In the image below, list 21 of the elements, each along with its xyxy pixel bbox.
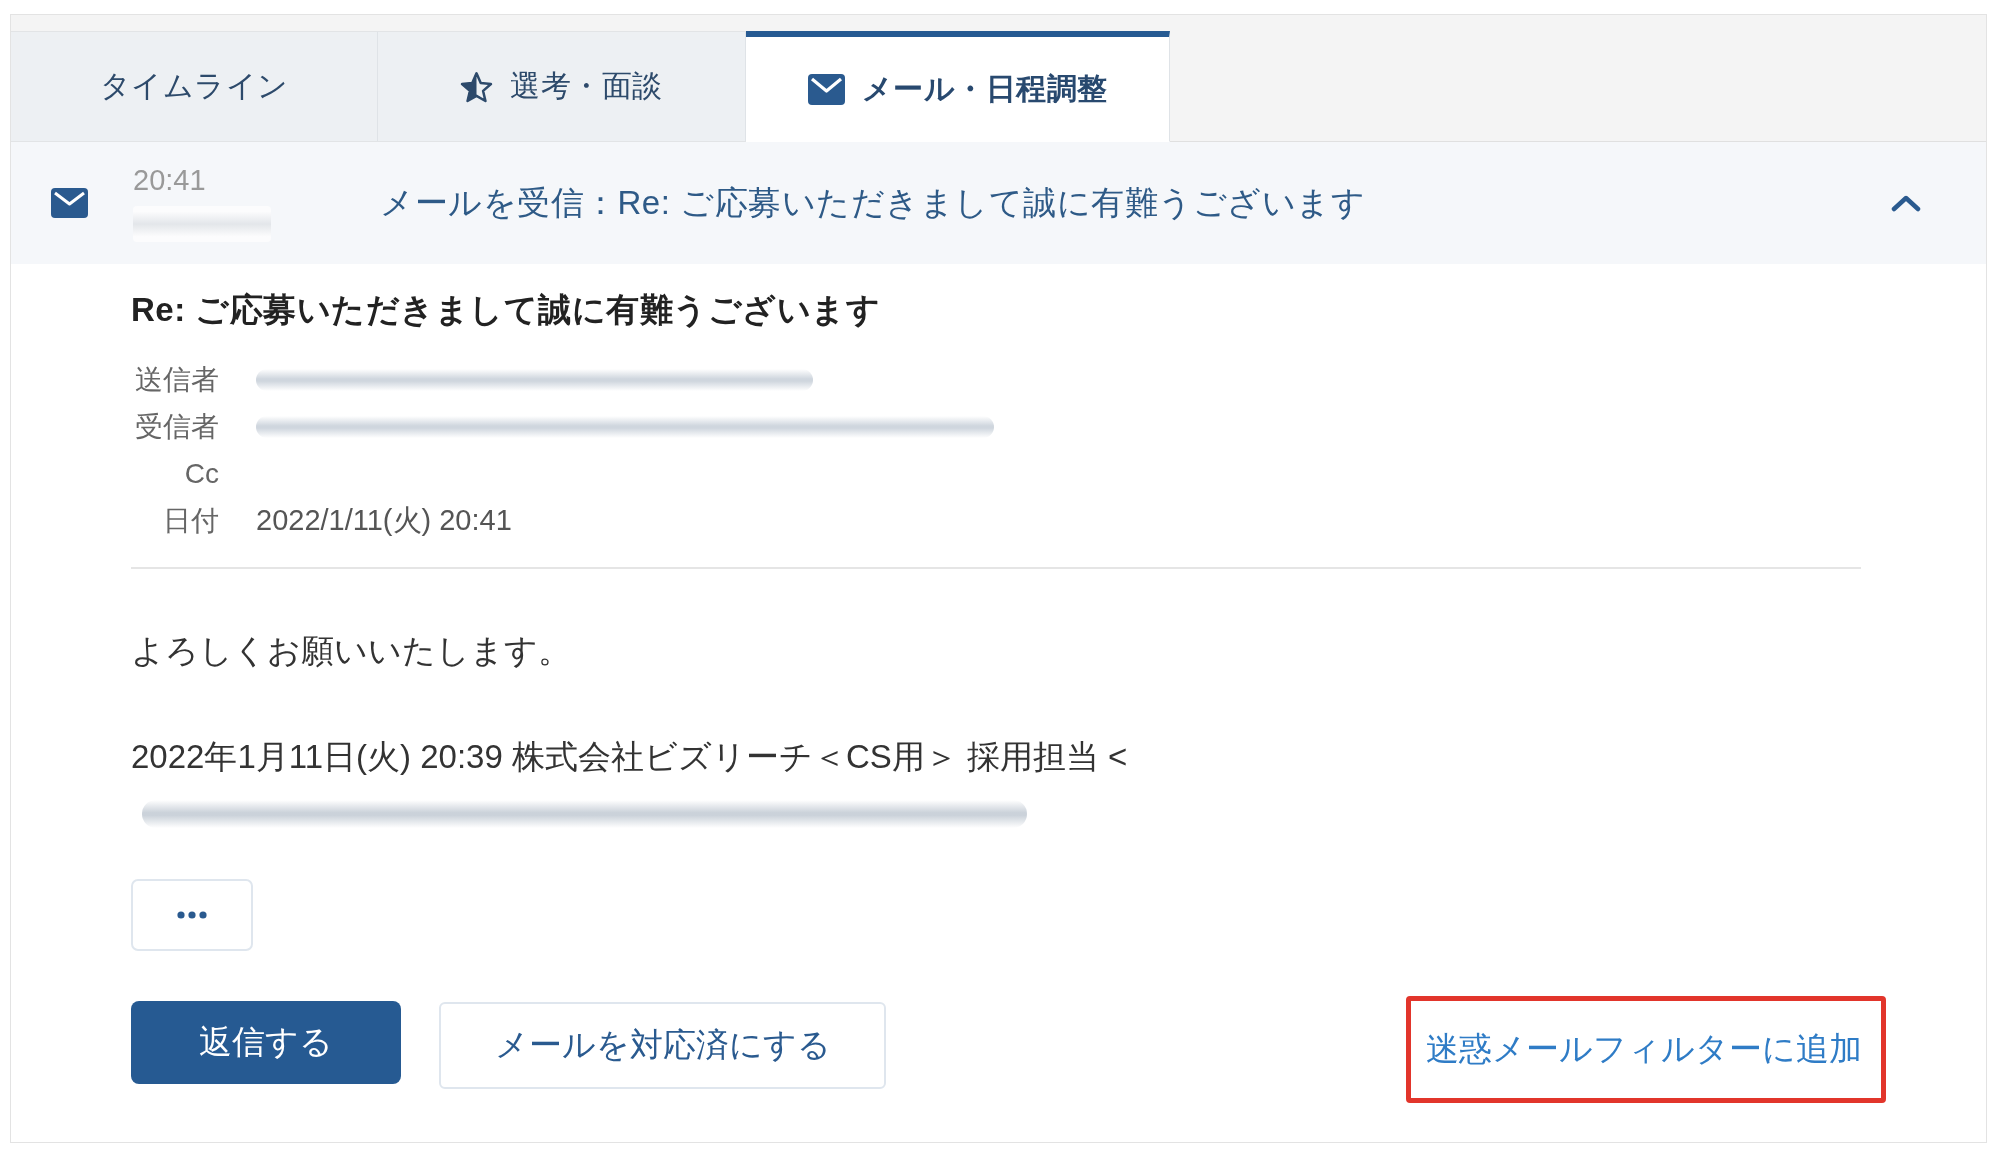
envelope-icon [807, 73, 845, 105]
header-label: Cc [183, 457, 219, 490]
header-value: 2022/1/11(火) 20:41 [256, 502, 512, 538]
tab[interactable]: タイムライン [11, 31, 378, 142]
star-icon [460, 70, 494, 103]
header-label: 日付 [162, 503, 219, 538]
header-label: 受信者 [134, 409, 219, 444]
spam-filter-link[interactable]: 迷惑メールフィルターに追加 [1426, 1027, 1862, 1072]
tab[interactable]: 選考・面談 [378, 31, 746, 142]
body-text: よろしくお願いいたします。 [131, 631, 572, 671]
activity-time: 20:41 [133, 164, 206, 196]
tab[interactable]: メール・日程調整 [746, 31, 1170, 142]
header-label: 送信者 [134, 362, 219, 397]
email-subject: Re: ご応募いただきまして誠に有難うございます [131, 290, 882, 330]
mark-handled-button[interactable]: メールを対応済にする [439, 1002, 886, 1089]
chevron-up-icon[interactable] [1891, 194, 1921, 212]
body-text: 2022年1月11日(火) 20:39 株式会社ビズリーチ＜CS用＞ 採用担当 < [131, 737, 1129, 777]
reply-button[interactable]: 返信する [131, 1001, 401, 1084]
activity-title: メールを受信：Re: ご応募いただきまして誠に有難うございます [380, 182, 1367, 223]
ellipsis-icon [177, 911, 207, 919]
envelope-icon [51, 188, 88, 218]
